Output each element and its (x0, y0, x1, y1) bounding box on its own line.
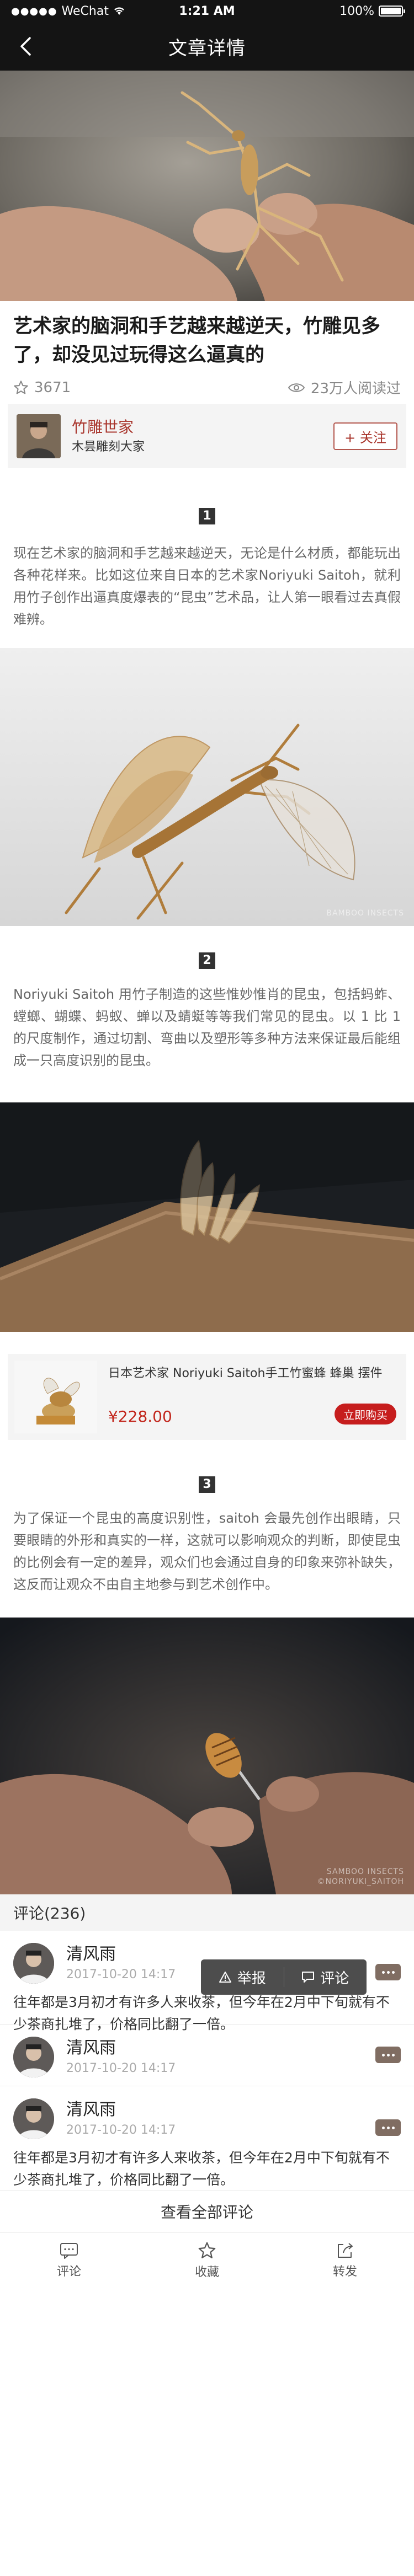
article-meta: 3671 23万人阅读过 (0, 369, 414, 404)
read-counter: 23万人阅读过 (288, 377, 401, 398)
comment-item: 清风雨 2017-10-20 14:17 (0, 2025, 414, 2086)
tab-favorite[interactable]: 收藏 (138, 2232, 276, 2288)
article-title: 艺术家的脑洞和手艺越来越逆天，竹雕见多了，却没见过玩得这么逼真的 (13, 315, 381, 366)
signal-icon: ●●●●● (11, 5, 57, 17)
section-number: 2 (0, 952, 414, 969)
top-bar: ●●●●● WeChat 1:21 AM 100% 文章详情 (0, 0, 414, 71)
commenter-avatar[interactable] (13, 2037, 54, 2077)
comment-text: 往年都是3月初才有许多人来收茶，但今年在2月中下旬就有不少茶商扎堆了，价格同比翻… (13, 2150, 390, 2188)
more-dot-icon (381, 2126, 385, 2129)
commenter-name[interactable]: 清风雨 (66, 2098, 401, 2122)
battery-percent: 100% (339, 4, 374, 18)
reply-label: 评论 (320, 1970, 349, 1987)
bottom-tab-bar: 评论 收藏 转发 (0, 2232, 414, 2288)
comment-time: 2017-10-20 14:17 (66, 2123, 176, 2137)
hero-image (0, 71, 414, 301)
comment-more-button[interactable] (375, 2047, 401, 2063)
author-role: 木昙雕刻大家 (72, 440, 145, 454)
comment-meta: 清风雨 2017-10-20 14:17 (66, 2037, 401, 2077)
status-bar: ●●●●● WeChat 1:21 AM 100% (0, 0, 414, 22)
image-watermark: SAMBOO INSECTS ©NORIYUKI_SAITOH (317, 1867, 404, 1887)
article-image: BAMBOO INSECTS (0, 648, 414, 926)
watermark-line: SAMBOO INSECTS (326, 1867, 404, 1876)
section-number-badge: 3 (199, 1476, 215, 1493)
back-button[interactable] (13, 34, 38, 58)
author-name[interactable]: 竹雕世家 (72, 416, 333, 438)
follow-button[interactable]: + 关注 (333, 422, 397, 450)
more-dot-icon (386, 2053, 390, 2056)
author-avatar[interactable] (17, 414, 61, 458)
product-thumbnail[interactable] (14, 1361, 97, 1433)
eye-icon (288, 383, 305, 392)
section-number-badge: 2 (199, 952, 215, 969)
comment-meta: 清风雨 2017-10-20 14:17 (66, 2098, 401, 2139)
tab-share[interactable]: 转发 (276, 2232, 414, 2288)
report-action[interactable]: 举报 (201, 1967, 284, 1988)
tab-favorite-label: 收藏 (194, 2265, 219, 2279)
comment-action-popup: 举报 评论 (201, 1959, 367, 1995)
comment-time: 2017-10-20 14:17 (66, 2061, 176, 2075)
article-paragraph: 现在艺术家的脑洞和手艺越来越逆天，无论是什么材质，都能玩出各种花样来。比如这位来… (13, 545, 401, 627)
article-image: SAMBOO INSECTS ©NORIYUKI_SAITOH (0, 1618, 414, 1894)
nav-bar: 文章详情 (0, 22, 414, 71)
more-dot-icon (391, 1970, 395, 1974)
more-dot-icon (391, 2126, 395, 2129)
share-icon (338, 2242, 353, 2258)
more-dot-icon (381, 2053, 385, 2056)
comments-header: 评论(236) (0, 1894, 414, 1931)
read-count: 23万人阅读过 (310, 381, 401, 397)
comment-item: 清风雨 2017-10-20 14:17 往年都是3月初才有许多人来收茶，但今年… (0, 1931, 414, 2032)
article-paragraph: Noriyuki Saitoh 用竹子制造的这些惟妙惟肖的昆虫，包括蚂蚱、螳螂、… (13, 987, 401, 1068)
reply-action[interactable]: 评论 (284, 1967, 367, 1988)
article-image (0, 1102, 414, 1332)
product-title[interactable]: 日本艺术家 Noriyuki Saitoh手工竹蜜蜂 蜂巢 摆件 (108, 1361, 400, 1383)
product-card[interactable]: 日本艺术家 Noriyuki Saitoh手工竹蜜蜂 蜂巢 摆件 ¥228.00… (8, 1354, 406, 1440)
nav-title: 文章详情 (168, 37, 246, 60)
view-all-comments-link[interactable]: 查看全部评论 (0, 2191, 414, 2232)
report-label: 举报 (237, 1970, 266, 1987)
more-dot-icon (381, 1970, 385, 1974)
product-price: ¥228.00 (108, 1407, 172, 1426)
battery-icon (379, 6, 405, 17)
article-paragraph: 为了保证一个昆虫的高度识别性，saitoh 会最先创作出眼睛，只要眼睛的外形和真… (13, 1511, 401, 1592)
alert-triangle-icon (219, 1972, 231, 1983)
chevron-left-icon (20, 37, 31, 56)
chat-bubble-icon (302, 1972, 315, 1983)
comment-more-button[interactable] (375, 1964, 401, 1980)
commenter-avatar[interactable] (13, 1943, 54, 1984)
tab-share-label: 转发 (332, 2264, 357, 2279)
buy-now-button[interactable]: 立即购买 (335, 1404, 396, 1424)
like-count: 3671 (34, 379, 71, 396)
commenter-avatar[interactable] (13, 2098, 54, 2139)
more-dot-icon (391, 2053, 395, 2056)
tab-comment[interactable]: 评论 (0, 2232, 138, 2288)
comment-icon (60, 2242, 78, 2259)
like-counter[interactable]: 3671 (13, 379, 71, 396)
watermark-line: ©NORIYUKI_SAITOH (317, 1877, 404, 1886)
more-dot-icon (386, 2126, 390, 2129)
product-info: 日本艺术家 Noriyuki Saitoh手工竹蜜蜂 蜂巢 摆件 ¥228.00… (108, 1361, 400, 1433)
carrier-label: WeChat (61, 4, 109, 18)
comment-more-button[interactable] (375, 2119, 401, 2136)
star-icon (198, 2242, 216, 2258)
wifi-icon (114, 7, 124, 15)
tab-comment-label: 评论 (56, 2264, 81, 2279)
section-number: 3 (0, 1476, 414, 1493)
more-dot-icon (386, 1970, 390, 1974)
section-number: 1 (0, 508, 414, 524)
author-info: 竹雕世家 木昙雕刻大家 (72, 416, 333, 456)
comment-item: 清风雨 2017-10-20 14:17 往年都是3月初才有许多人来收茶，但今年… (0, 2086, 414, 2191)
star-icon (14, 380, 28, 394)
section-number-badge: 1 (199, 508, 215, 524)
author-card[interactable]: 竹雕世家 木昙雕刻大家 + 关注 (8, 404, 406, 468)
article-header: 艺术家的脑洞和手艺越来越逆天，竹雕见多了，却没见过玩得这么逼真的 (0, 301, 414, 369)
image-watermark: BAMBOO INSECTS (326, 909, 404, 918)
commenter-name[interactable]: 清风雨 (66, 2037, 401, 2060)
